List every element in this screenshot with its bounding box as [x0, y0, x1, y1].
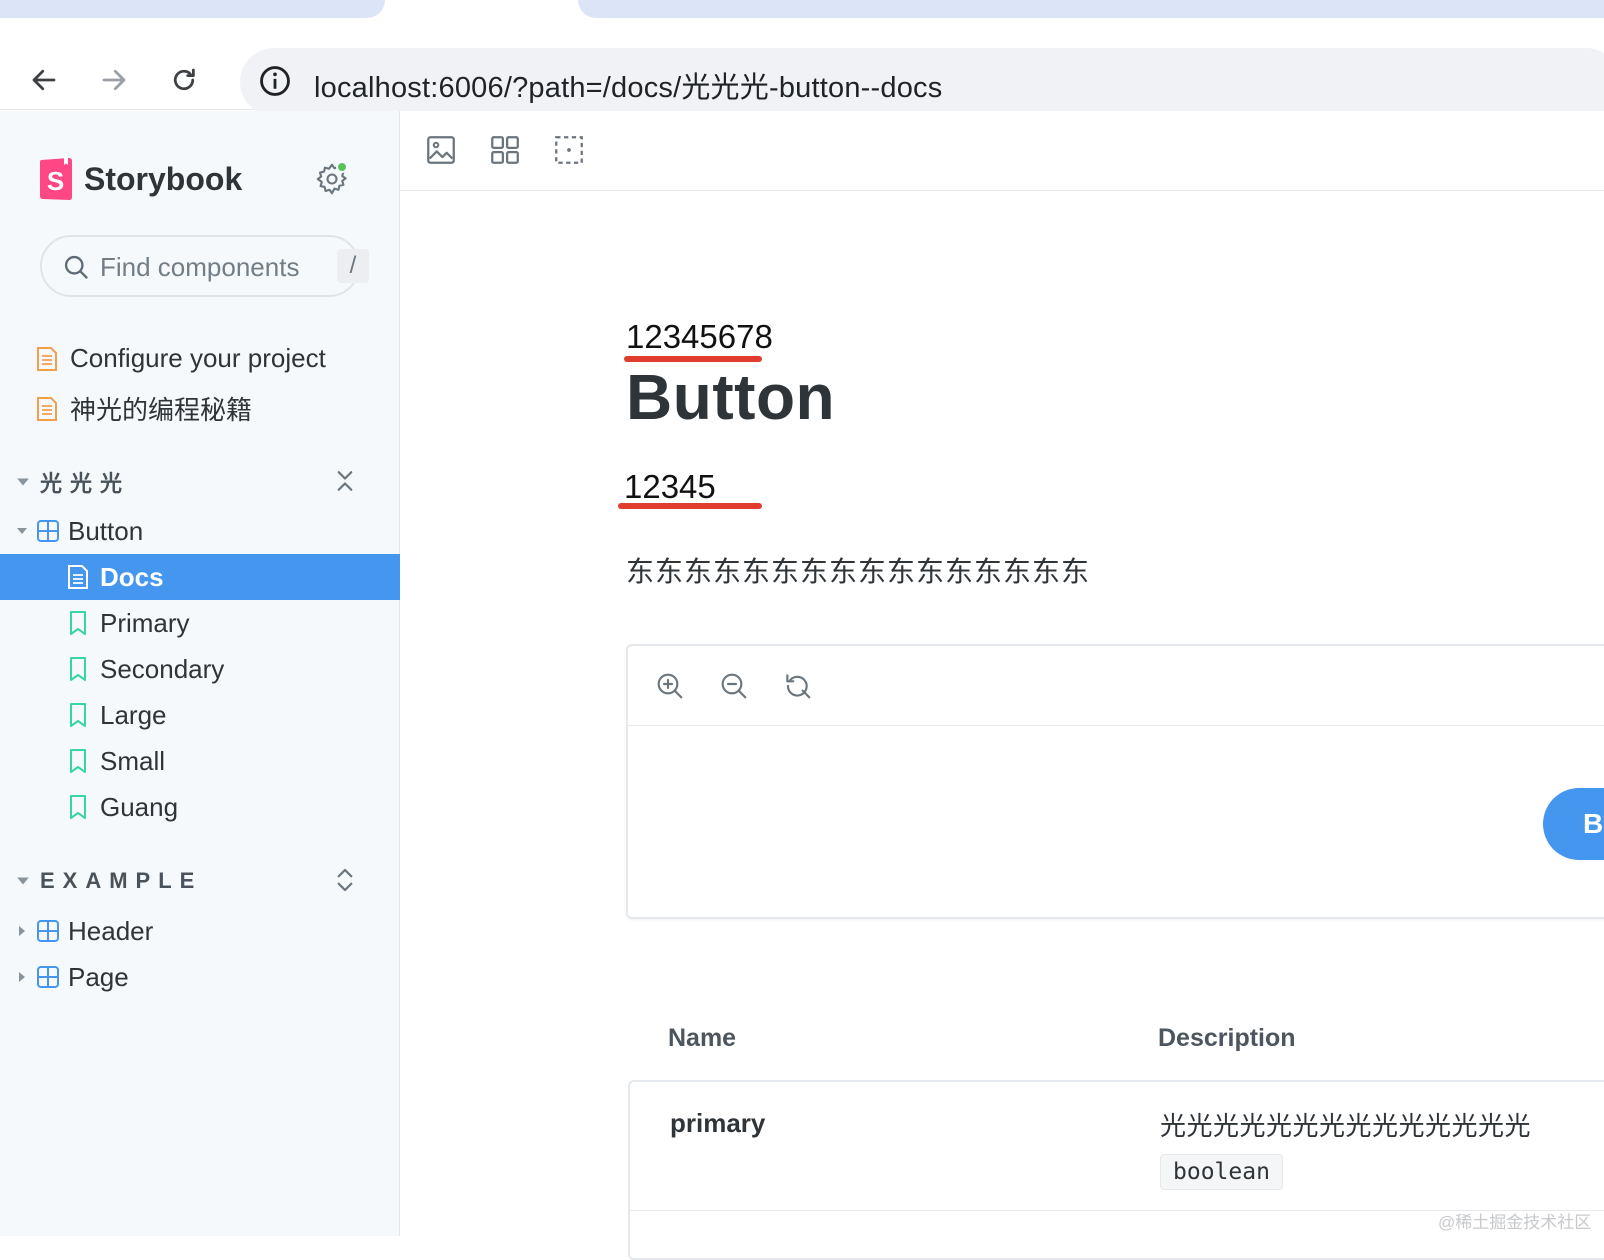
image-icon[interactable] — [424, 133, 458, 167]
document-icon — [37, 396, 57, 421]
browser-tab-strip — [0, 0, 1604, 18]
update-status-dot — [336, 161, 348, 173]
document-icon — [68, 565, 88, 589]
sidebar-group-label: 光光光 — [40, 471, 131, 496]
bookmark-icon — [70, 749, 86, 773]
arrow-right-icon — [102, 69, 126, 91]
component-description: 东东东东东东东东东东东东东东东东 — [626, 556, 1091, 587]
browser-tab[interactable] — [578, 0, 1604, 18]
sidebar-doc-label: 神光的编程秘籍 — [70, 395, 253, 425]
arg-description: 光光光光光光光光光光光光光光 — [1160, 1111, 1532, 1141]
annotation-text-top: 12345678 — [626, 318, 773, 355]
caret-right-icon — [19, 926, 25, 936]
zoom-reset-icon[interactable] — [782, 670, 814, 702]
search-input[interactable] — [100, 247, 340, 287]
browser-toolbar: localhost:6006/?path=/docs/光光光-button--d… — [0, 18, 1604, 116]
component-icon — [37, 966, 59, 988]
args-header-name: Name — [668, 1024, 737, 1052]
address-bar[interactable]: localhost:6006/?path=/docs/光光光-button--d… — [240, 48, 1604, 116]
story-preview: Button — [626, 644, 1604, 919]
sidebar-item-primary[interactable]: Primary — [0, 600, 400, 646]
arrow-left-icon — [32, 69, 56, 91]
zoom-in-icon[interactable] — [654, 670, 686, 702]
reload-button[interactable] — [166, 62, 202, 98]
args-header-description: Description — [1158, 1024, 1296, 1052]
bookmark-icon — [70, 657, 86, 681]
sidebar-doc-label: Configure your project — [70, 343, 326, 373]
site-info-icon[interactable] — [258, 64, 292, 98]
sidebar-item-label: Small — [100, 745, 166, 776]
bookmark-icon — [70, 611, 86, 635]
sidebar-item-label: Secondary — [100, 653, 225, 684]
docs-toolbar — [400, 111, 1604, 191]
sidebar-item-label: Large — [100, 699, 167, 730]
address-url[interactable]: localhost:6006/?path=/docs/光光光-button--d… — [314, 64, 942, 106]
red-underline-annotation — [618, 503, 762, 509]
browser-tab[interactable] — [0, 0, 385, 18]
sidebar-item-label: Guang — [100, 791, 179, 822]
args-table: primary 光光光光光光光光光光光光光光 boolean — [628, 1080, 1604, 1260]
svg-text:S: S — [47, 166, 64, 196]
sidebar-item-label: Docs — [100, 561, 164, 592]
sidebar-item-secondary[interactable]: Secondary — [0, 646, 400, 692]
caret-down-icon — [17, 478, 29, 486]
sidebar-item-label: Page — [68, 961, 129, 992]
sidebar-item-small[interactable]: Small — [0, 738, 400, 784]
sidebar-item-header[interactable]: Header — [0, 908, 400, 954]
bookmark-icon — [70, 795, 86, 819]
measure-outline-icon[interactable] — [552, 133, 586, 167]
preview-demo-button[interactable]: Button — [1543, 788, 1604, 860]
back-button[interactable] — [26, 62, 62, 98]
expand-all-icon[interactable] — [330, 865, 360, 895]
caret-down-icon — [17, 528, 27, 534]
forward-button[interactable] — [96, 62, 132, 98]
annotation-text-bottom: 12345 — [624, 468, 716, 505]
collapse-all-icon[interactable] — [330, 466, 360, 496]
sidebar-group-guang[interactable]: 光光光 — [16, 462, 360, 502]
sidebar: S Storybook / Configure your project 神光的… — [0, 111, 400, 1236]
arg-type-badge: boolean — [1160, 1154, 1283, 1190]
zoom-out-icon[interactable] — [718, 670, 750, 702]
sidebar-doc-configure[interactable]: Configure your project — [36, 343, 326, 374]
grid-icon[interactable] — [488, 133, 522, 167]
caret-right-icon — [19, 972, 25, 982]
watermark: @稀土掘金技术社区 — [1438, 1213, 1592, 1232]
sidebar-doc-shenguang[interactable]: 神光的编程秘籍 — [36, 390, 252, 427]
component-icon — [37, 520, 59, 542]
search-box[interactable]: / — [40, 235, 369, 297]
search-icon — [64, 255, 88, 279]
brand-name: Storybook — [84, 160, 243, 197]
page-title: Button — [626, 361, 836, 433]
sidebar-item-button[interactable]: Button — [0, 508, 400, 554]
sidebar-item-page[interactable]: Page — [0, 954, 400, 1000]
search-shortcut-key: / — [337, 249, 369, 283]
sidebar-item-label: Header — [68, 915, 154, 946]
storybook-logo-icon: S — [38, 157, 74, 201]
storybook-brand[interactable]: S Storybook — [38, 157, 242, 201]
sidebar-item-label: Primary — [100, 607, 190, 638]
settings-button[interactable] — [314, 161, 350, 197]
sidebar-group-label: EXAMPLE — [40, 868, 203, 893]
sidebar-item-large[interactable]: Large — [0, 692, 400, 738]
component-icon — [37, 920, 59, 942]
sidebar-group-example[interactable]: EXAMPLE — [16, 861, 360, 901]
sidebar-item-label: Button — [68, 515, 144, 546]
reload-icon — [173, 68, 195, 91]
sidebar-item-guang[interactable]: Guang — [0, 784, 400, 830]
bookmark-icon — [70, 703, 86, 727]
caret-down-icon — [17, 877, 29, 885]
document-icon — [37, 346, 57, 371]
preview-toolbar — [628, 646, 1604, 726]
sidebar-item-docs[interactable]: Docs — [0, 554, 400, 600]
arg-name: primary — [670, 1108, 766, 1138]
